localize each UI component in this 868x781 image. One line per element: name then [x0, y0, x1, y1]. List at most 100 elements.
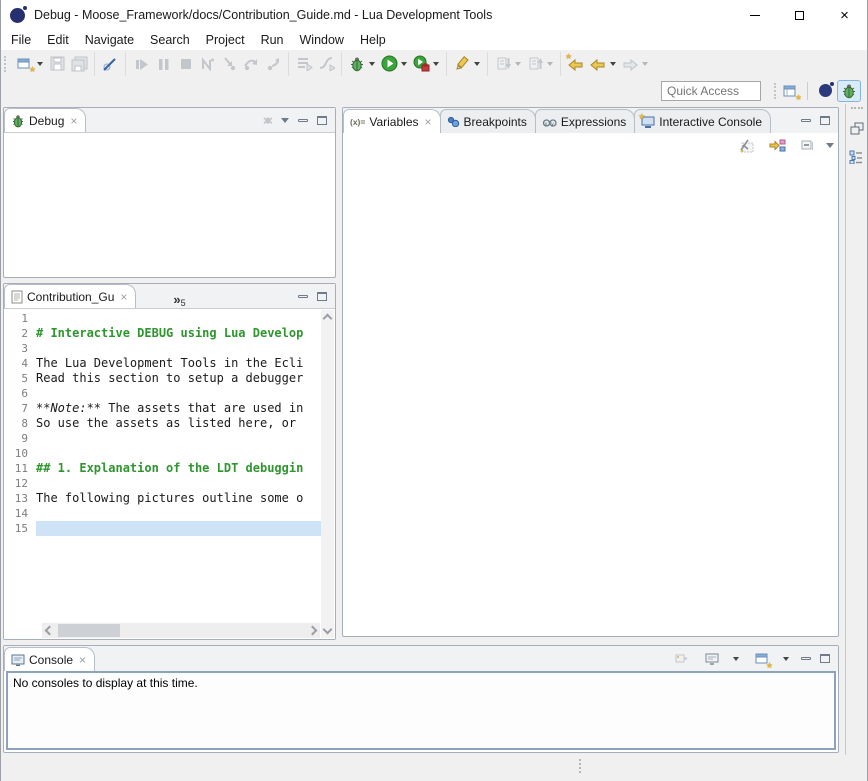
tab-debug[interactable]: Debug ×: [4, 108, 86, 132]
restore-view-icon[interactable]: [846, 117, 868, 139]
editor-line[interactable]: 1: [4, 311, 321, 326]
save-icon[interactable]: [46, 53, 68, 75]
maximize-view-icon[interactable]: [820, 654, 830, 663]
next-annotation-dropdown-icon[interactable]: [515, 62, 521, 69]
pen-icon[interactable]: [451, 53, 473, 75]
tab-contribution-guide[interactable]: Contribution_Gu ×: [4, 284, 136, 308]
step-over-icon[interactable]: [240, 53, 262, 75]
editor-line[interactable]: 13 The following pictures outline some o: [4, 491, 321, 506]
next-annotation-icon[interactable]: [492, 53, 514, 75]
last-edit-location-icon[interactable]: ★: [565, 53, 587, 75]
display-selected-console-icon[interactable]: [701, 648, 723, 670]
editor-horizontal-scrollbar[interactable]: [42, 623, 320, 638]
editor-line[interactable]: 7 **Note:** The assets that are used in: [4, 401, 321, 416]
menu-item[interactable]: Edit: [39, 31, 77, 49]
scroll-up-icon[interactable]: [323, 314, 333, 324]
external-tools-icon[interactable]: [410, 53, 432, 75]
show-skipped-frames-icon[interactable]: [293, 53, 315, 75]
editor-line[interactable]: 15: [4, 521, 321, 536]
menu-item[interactable]: File: [3, 31, 39, 49]
perspective-debug-button[interactable]: [837, 80, 861, 102]
editor-line[interactable]: 2 # Interactive DEBUG using Lua Develop: [4, 326, 321, 341]
new-wizard-icon[interactable]: ★: [14, 53, 36, 75]
back-dropdown-icon[interactable]: [610, 62, 616, 69]
view-menu-icon[interactable]: [826, 143, 834, 152]
terminate-icon[interactable]: [174, 53, 196, 75]
editor-line[interactable]: 12: [4, 476, 321, 491]
window-close-button[interactable]: ×: [822, 0, 867, 30]
status-bar-grip[interactable]: [579, 759, 582, 773]
pen-dropdown-icon[interactable]: [474, 62, 480, 69]
minimize-view-icon[interactable]: [298, 295, 308, 298]
tab-close-icon[interactable]: ×: [70, 114, 77, 128]
editor-body[interactable]: 1 2 # Interactive DEBUG using Lua Develo…: [4, 309, 335, 639]
disconnect-icon[interactable]: [196, 53, 218, 75]
quick-access-input[interactable]: Quick Access: [661, 81, 761, 101]
previous-annotation-dropdown-icon[interactable]: [547, 62, 553, 69]
remove-terminated-launches-icon[interactable]: ××: [263, 113, 272, 128]
menu-item[interactable]: Help: [352, 31, 394, 49]
use-step-filters-icon[interactable]: [315, 53, 337, 75]
skip-all-breakpoints-icon[interactable]: [99, 53, 121, 75]
editor-vertical-scrollbar[interactable]: [321, 310, 334, 638]
step-return-icon[interactable]: [262, 53, 284, 75]
menu-item[interactable]: Search: [142, 31, 198, 49]
forward-dropdown-icon[interactable]: [642, 62, 648, 69]
previous-annotation-icon[interactable]: [524, 53, 546, 75]
maximize-view-icon[interactable]: [317, 292, 327, 301]
menu-item[interactable]: Run: [253, 31, 292, 49]
run-dropdown-icon[interactable]: [401, 62, 407, 69]
scroll-down-icon[interactable]: [323, 625, 333, 635]
scrollbar-thumb[interactable]: [58, 624, 120, 637]
toolbar-grip[interactable]: [774, 83, 777, 99]
tab-console[interactable]: Console ×: [4, 647, 95, 671]
minimize-view-icon[interactable]: [801, 119, 811, 122]
menu-item[interactable]: Project: [198, 31, 253, 49]
trim-grip[interactable]: [851, 107, 863, 110]
forward-icon[interactable]: [619, 53, 641, 75]
open-perspective-icon[interactable]: ★: [780, 80, 802, 102]
debug-dropdown-icon[interactable]: [369, 62, 375, 69]
menu-item[interactable]: Navigate: [77, 31, 142, 49]
open-console-dropdown-icon[interactable]: [783, 657, 789, 664]
toolbar-grip[interactable]: [4, 56, 7, 72]
scroll-left-icon[interactable]: [45, 626, 55, 636]
tab-interactive-console[interactable]: ★ Interactive Console: [634, 109, 771, 133]
scroll-right-icon[interactable]: [308, 626, 318, 636]
save-all-icon[interactable]: [68, 53, 90, 75]
new-dropdown-icon[interactable]: [37, 62, 43, 69]
window-maximize-button[interactable]: [777, 0, 822, 30]
editor-line[interactable]: 3: [4, 341, 321, 356]
tab-close-icon[interactable]: ×: [120, 290, 127, 304]
editor-line[interactable]: 9: [4, 431, 321, 446]
show-type-names-icon[interactable]: [736, 134, 758, 156]
editor-line[interactable]: 5 Read this section to setup a debugger: [4, 371, 321, 386]
show-logical-structures-icon[interactable]: [766, 134, 788, 156]
resume-icon[interactable]: [130, 53, 152, 75]
maximize-view-icon[interactable]: [820, 116, 830, 125]
menu-item[interactable]: Window: [292, 31, 352, 49]
console-content[interactable]: No consoles to display at this time.: [6, 671, 836, 750]
editor-line[interactable]: 10: [4, 446, 321, 461]
pin-console-icon[interactable]: [670, 648, 692, 670]
back-icon[interactable]: [587, 53, 609, 75]
suspend-icon[interactable]: [152, 53, 174, 75]
minimize-view-icon[interactable]: [801, 657, 811, 660]
step-into-icon[interactable]: [218, 53, 240, 75]
maximize-view-icon[interactable]: [317, 116, 327, 125]
tab-close-icon[interactable]: ×: [425, 115, 432, 129]
minimize-view-icon[interactable]: [298, 119, 308, 122]
tab-close-icon[interactable]: ×: [79, 653, 86, 667]
view-menu-icon[interactable]: [281, 118, 289, 127]
editor-line[interactable]: 14: [4, 506, 321, 521]
open-console-icon[interactable]: ★: [751, 648, 773, 670]
tab-breakpoints[interactable]: Breakpoints: [440, 109, 536, 133]
hidden-editors-chevron[interactable]: »5: [173, 289, 185, 308]
editor-line[interactable]: 11 ## 1. Explanation of the LDT debuggin: [4, 461, 321, 476]
display-console-dropdown-icon[interactable]: [733, 657, 739, 664]
external-tools-dropdown-icon[interactable]: [433, 62, 439, 69]
tab-variables[interactable]: (x)= Variables ×: [343, 109, 441, 133]
tab-expressions[interactable]: xy Expressions: [535, 109, 635, 133]
outline-view-icon[interactable]: [846, 146, 868, 168]
run-icon[interactable]: [378, 53, 400, 75]
